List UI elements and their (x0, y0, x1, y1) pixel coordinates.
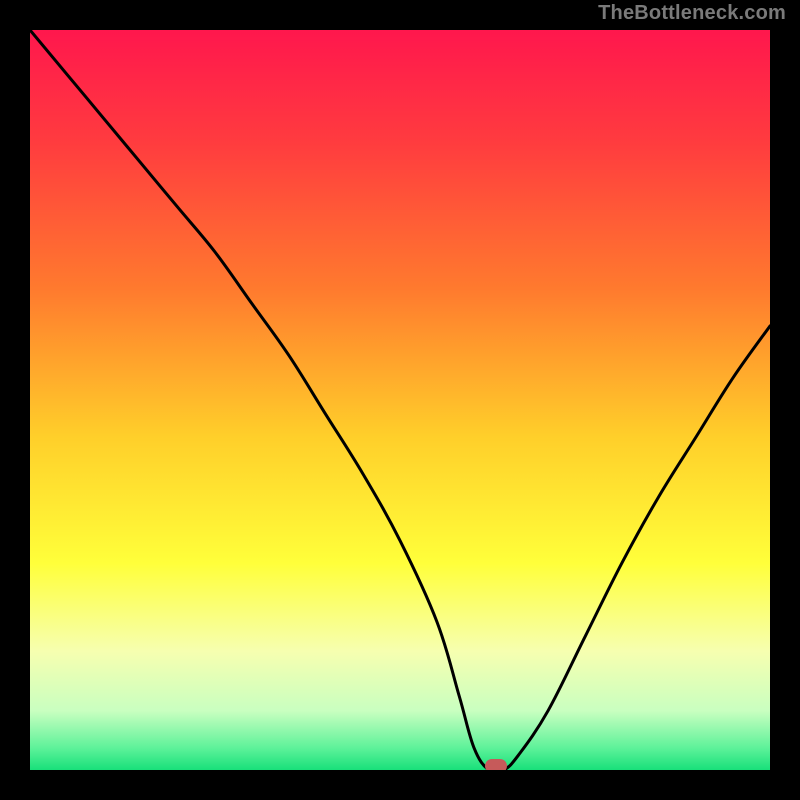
minimum-marker (485, 759, 507, 770)
chart-frame: TheBottleneck.com (0, 0, 800, 800)
bottleneck-curve (30, 30, 770, 770)
plot-area (30, 30, 770, 770)
watermark-text: TheBottleneck.com (598, 2, 786, 25)
